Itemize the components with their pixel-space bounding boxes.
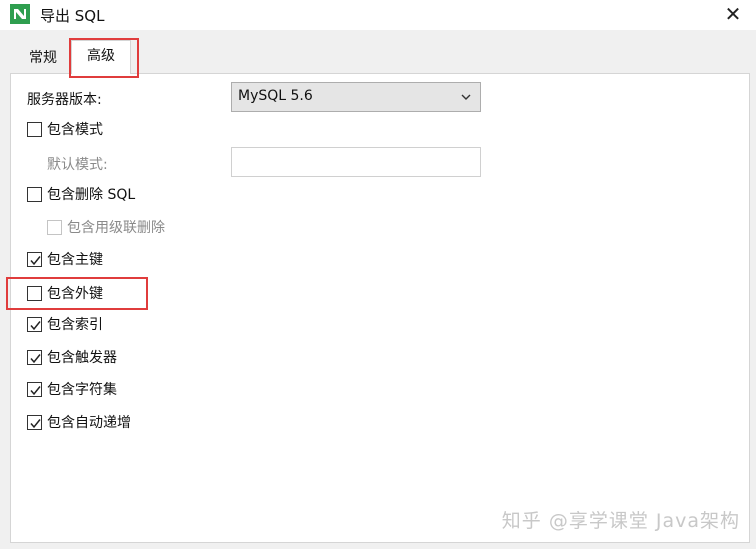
close-button[interactable]: ✕ (720, 1, 746, 27)
server-version-select[interactable]: MySQL 5.6 (231, 82, 481, 112)
include-foreign-key-option[interactable]: 包含外键 (27, 282, 103, 304)
include-index-option[interactable]: 包含索引 (27, 313, 103, 335)
check-icon (30, 385, 41, 395)
include-schema-checkbox[interactable] (27, 121, 42, 137)
include-auto-increment-checkbox[interactable] (27, 414, 42, 430)
include-index-checkbox[interactable] (27, 316, 42, 332)
check-icon (30, 353, 41, 363)
tab-advanced[interactable]: 高级 (71, 40, 131, 74)
check-icon (30, 255, 41, 265)
include-auto-increment-option[interactable]: 包含自动递增 (27, 411, 131, 433)
include-cascade-drop-checkbox[interactable] (47, 219, 62, 235)
include-trigger-option[interactable]: 包含触发器 (27, 346, 117, 368)
include-trigger-checkbox[interactable] (27, 349, 42, 365)
include-drop-sql-label: 包含删除 SQL (47, 187, 136, 203)
watermark: 知乎 @享学课堂 Java架构 (501, 510, 740, 532)
default-schema-label: 默认模式: (47, 157, 108, 173)
include-cascade-drop-label: 包含用级联删除 (67, 220, 165, 236)
server-version-value: MySQL 5.6 (238, 88, 313, 104)
advanced-panel (10, 73, 750, 543)
include-primary-key-checkbox[interactable] (27, 251, 42, 267)
include-charset-label: 包含字符集 (47, 382, 117, 398)
include-charset-checkbox[interactable] (27, 381, 42, 397)
navicat-icon (10, 4, 30, 24)
include-trigger-label: 包含触发器 (47, 350, 117, 366)
server-version-label: 服务器版本: (27, 92, 102, 108)
chevron-down-icon (460, 91, 472, 103)
tab-general[interactable]: 常规 (15, 43, 71, 73)
include-drop-sql-checkbox[interactable] (27, 186, 42, 202)
check-icon (30, 418, 41, 428)
include-primary-key-label: 包含主键 (47, 252, 103, 268)
check-icon (30, 320, 41, 330)
default-schema-field[interactable] (231, 147, 481, 177)
include-charset-option[interactable]: 包含字符集 (27, 378, 117, 400)
include-primary-key-option[interactable]: 包含主键 (27, 248, 103, 270)
title-bar: 导出 SQL ✕ (0, 0, 756, 30)
window-title: 导出 SQL (40, 7, 105, 25)
include-foreign-key-label: 包含外键 (47, 286, 103, 302)
include-schema-option[interactable]: 包含模式 (27, 118, 103, 140)
include-index-label: 包含索引 (47, 317, 103, 333)
include-foreign-key-checkbox[interactable] (27, 285, 42, 301)
include-schema-label: 包含模式 (47, 122, 103, 138)
include-auto-increment-label: 包含自动递增 (47, 415, 131, 431)
include-cascade-drop-option[interactable]: 包含用级联删除 (47, 216, 165, 238)
include-drop-sql-option[interactable]: 包含删除 SQL (27, 183, 135, 205)
